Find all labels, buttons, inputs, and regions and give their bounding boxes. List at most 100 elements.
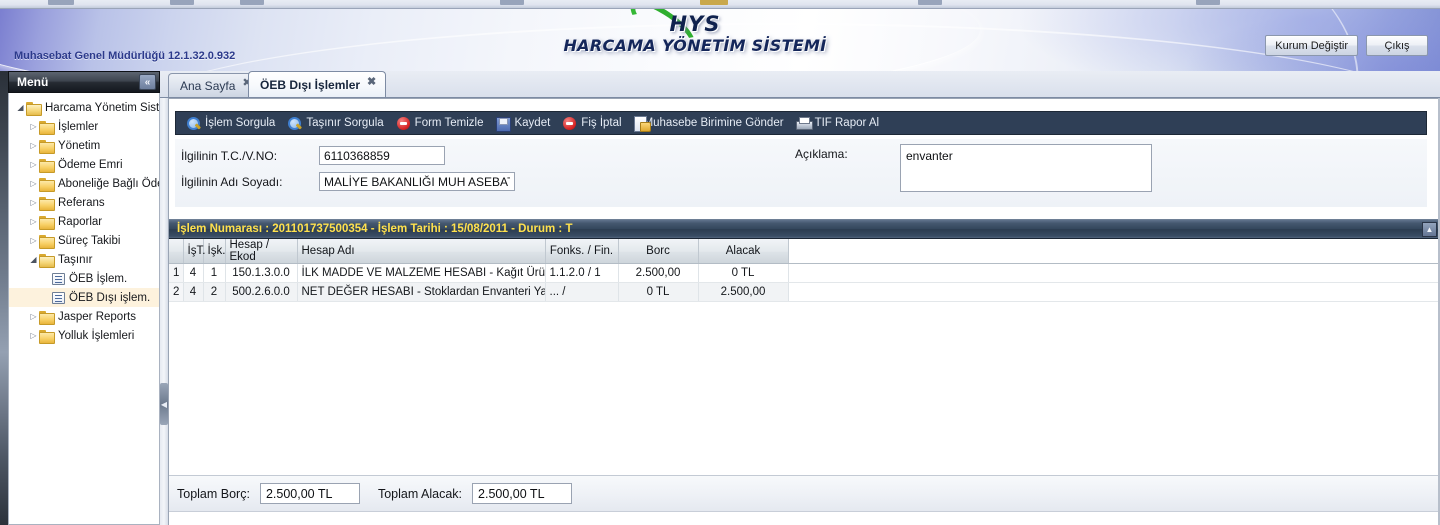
- toolbar-item-label: Fiş İptal: [581, 117, 622, 129]
- col-ist[interactable]: İşT.: [183, 239, 205, 264]
- menu-tree-item-label: ÖEB İşlem.: [69, 272, 128, 285]
- main-content-panel: İşlem Sorgula Taşınır Sorgula Form Temizle…: [168, 98, 1440, 525]
- kurum-degistir-button[interactable]: Kurum Değiştir: [1265, 35, 1358, 56]
- menu-tree-item[interactable]: ▷ İşlemler: [9, 117, 159, 136]
- menu-tree-item-label: Referans: [58, 196, 105, 209]
- form-fields-area: İlgilinin T.C./V.NO: İlgilinin Adı Soyad…: [175, 139, 1427, 207]
- menu-tree-item-label: Harcama Yönetim Sistem: [45, 101, 160, 114]
- menu-tree-item[interactable]: ▷ Yolluk İşlemleri: [9, 326, 159, 345]
- tif-rapor-al-button[interactable]: TIF Rapor Al: [792, 112, 888, 134]
- menu-tree-item-label: Aboneliğe Bağlı Öder: [58, 177, 160, 190]
- chevron-right-icon[interactable]: ▷: [28, 198, 39, 207]
- menu-tree-item[interactable]: ◢ Taşınır: [9, 250, 159, 269]
- cell-alacak: 0 TL: [698, 263, 789, 283]
- chevron-down-icon[interactable]: ◢: [15, 103, 26, 112]
- close-icon[interactable]: ✖: [367, 77, 376, 88]
- accounting-entries-grid: İşT. İşk. Hesap / Ekod Hesap Adı Fonks. …: [169, 239, 1440, 302]
- toplam-borc-value[interactable]: [259, 483, 360, 504]
- table-row[interactable]: 1 4 1 150.1.3.0.0 İLK MADDE VE MALZEME HESAB…: [169, 263, 1440, 283]
- col-alacak[interactable]: Alacak: [698, 239, 789, 264]
- menu-tree-item[interactable]: ÖEB İşlem.: [9, 269, 159, 288]
- cell-isk: 2: [203, 282, 226, 302]
- col-hesap-adi[interactable]: Hesap Adı: [297, 239, 546, 264]
- chevron-right-icon[interactable]: ▷: [28, 179, 39, 188]
- kaydet-button[interactable]: Kaydet: [491, 112, 558, 134]
- col-fonks-fin[interactable]: Fonks. / Fin.: [545, 239, 619, 264]
- aciklama-textarea[interactable]: [900, 144, 1152, 192]
- menu-tree-item-label: İşlemler: [58, 120, 99, 133]
- cikis-button[interactable]: Çıkış: [1366, 35, 1428, 56]
- menu-tree-item-label: Yönetim: [58, 139, 101, 152]
- cancel-icon: [396, 116, 411, 131]
- chevron-down-icon[interactable]: ◢: [28, 255, 39, 264]
- menu-tree-item[interactable]: ▷ Ödeme Emri: [9, 155, 159, 174]
- cell-fonks-fin: ... /: [545, 282, 619, 302]
- col-borc[interactable]: Borc: [618, 239, 699, 264]
- col-isk[interactable]: İşk.: [203, 239, 226, 264]
- aciklama-row: Açıklama:: [795, 144, 1152, 192]
- chevron-right-icon[interactable]: ▷: [28, 312, 39, 321]
- bookmark-item[interactable]: [918, 0, 942, 5]
- toplam-alacak-value[interactable]: [472, 483, 573, 504]
- col-hesap-ekod[interactable]: Hesap / Ekod: [225, 239, 298, 264]
- chevron-right-icon[interactable]: ▷: [28, 236, 39, 245]
- bookmark-item[interactable]: [170, 0, 194, 5]
- toolbar-item-label: Taşınır Sorgula: [306, 117, 384, 129]
- menu-tree-item[interactable]: ▷ Referans: [9, 193, 159, 212]
- menu-tree-item[interactable]: ▷ Yönetim: [9, 136, 159, 155]
- panel-splitter[interactable]: ◀: [160, 93, 168, 525]
- chevron-right-icon[interactable]: ▷: [28, 160, 39, 169]
- bookmark-item[interactable]: [1196, 0, 1220, 5]
- menu-tree-item[interactable]: ▷ Jasper Reports: [9, 307, 159, 326]
- folder-icon: [39, 234, 55, 249]
- document-icon: [52, 291, 65, 304]
- action-toolbar: İşlem Sorgula Taşınır Sorgula Form Temizle…: [175, 111, 1427, 135]
- form-temizle-button[interactable]: Form Temizle: [392, 112, 492, 134]
- menu-tree-item[interactable]: ▷ Raporlar: [9, 212, 159, 231]
- islem-sorgula-button[interactable]: İşlem Sorgula: [182, 112, 283, 134]
- cell-ist: 4: [183, 263, 204, 283]
- app-banner: HYS HARCAMA YÖNETİM SİSTEMİ Muhasebat Ge…: [0, 9, 1440, 71]
- splitter-grip-handle[interactable]: ◀: [160, 383, 168, 425]
- folder-icon: [39, 310, 55, 325]
- menu-tree-item[interactable]: ▷ Aboneliğe Bağlı Öder: [9, 174, 159, 193]
- cell-fonks-fin: 1.1.2.0 / 1: [545, 263, 619, 283]
- ad-soyad-input[interactable]: [319, 172, 515, 191]
- menu-tree-item[interactable]: ▷ Süreç Takibi: [9, 231, 159, 250]
- cell-filler: [788, 282, 1440, 302]
- cell-borc: 2.500,00: [618, 263, 699, 283]
- folder-icon: [39, 329, 55, 344]
- search-icon: [186, 116, 201, 131]
- cancel-icon: [562, 116, 577, 131]
- bookmark-item[interactable]: [48, 0, 74, 5]
- menu-tree: ◢ Harcama Yönetim Sistem ▷ İşlemler ▷ Yönetim…: [9, 93, 159, 345]
- menu-tree-item[interactable]: ÖEB Dışı işlem.: [9, 288, 159, 307]
- tab-label: ÖEB Dışı İşlemler: [260, 77, 361, 92]
- chevron-right-icon[interactable]: ▷: [28, 122, 39, 131]
- bookmark-item[interactable]: [240, 0, 264, 5]
- ad-soyad-label: İlgilinin Adı Soyadı:: [181, 174, 283, 189]
- fis-iptal-button[interactable]: Fiş İptal: [558, 112, 629, 134]
- logo-title: HYS: [669, 12, 721, 36]
- bookmark-item[interactable]: [700, 0, 728, 5]
- table-row[interactable]: 2 4 2 500.2.6.0.0 NET DEĞER HESABI - Stoklar…: [169, 282, 1440, 302]
- menu-tree-item[interactable]: ◢ Harcama Yönetim Sistem: [9, 98, 159, 117]
- bookmark-item[interactable]: [500, 0, 524, 5]
- toolbar-item-label: Kaydet: [514, 117, 551, 129]
- chevron-right-icon[interactable]: ▷: [28, 217, 39, 226]
- chevron-right-icon[interactable]: ▷: [28, 331, 39, 340]
- folder-icon: [39, 139, 55, 154]
- tc-vno-input[interactable]: [319, 146, 445, 165]
- muhasebe-birimine-gonder-button[interactable]: Muhasebe Birimine Gönder: [630, 112, 792, 134]
- cell-hesap-ekod: 150.1.3.0.0: [225, 263, 298, 283]
- cell-rownum: 2: [169, 282, 184, 302]
- tab-oeb-disi-islemler[interactable]: ÖEB Dışı İşlemler ✖: [248, 71, 387, 97]
- menu-title: Menü: [17, 75, 49, 89]
- send-icon: [633, 115, 651, 132]
- col-rownum[interactable]: [169, 239, 184, 264]
- tasinir-sorgula-button[interactable]: Taşınır Sorgula: [283, 112, 391, 134]
- chevron-right-icon[interactable]: ▷: [28, 141, 39, 150]
- toolbar-item-label: Muhasebe Birimine Gönder: [643, 117, 784, 129]
- collapse-panel-icon[interactable]: ▲: [1422, 222, 1437, 237]
- chevron-double-left-icon[interactable]: «: [139, 74, 156, 90]
